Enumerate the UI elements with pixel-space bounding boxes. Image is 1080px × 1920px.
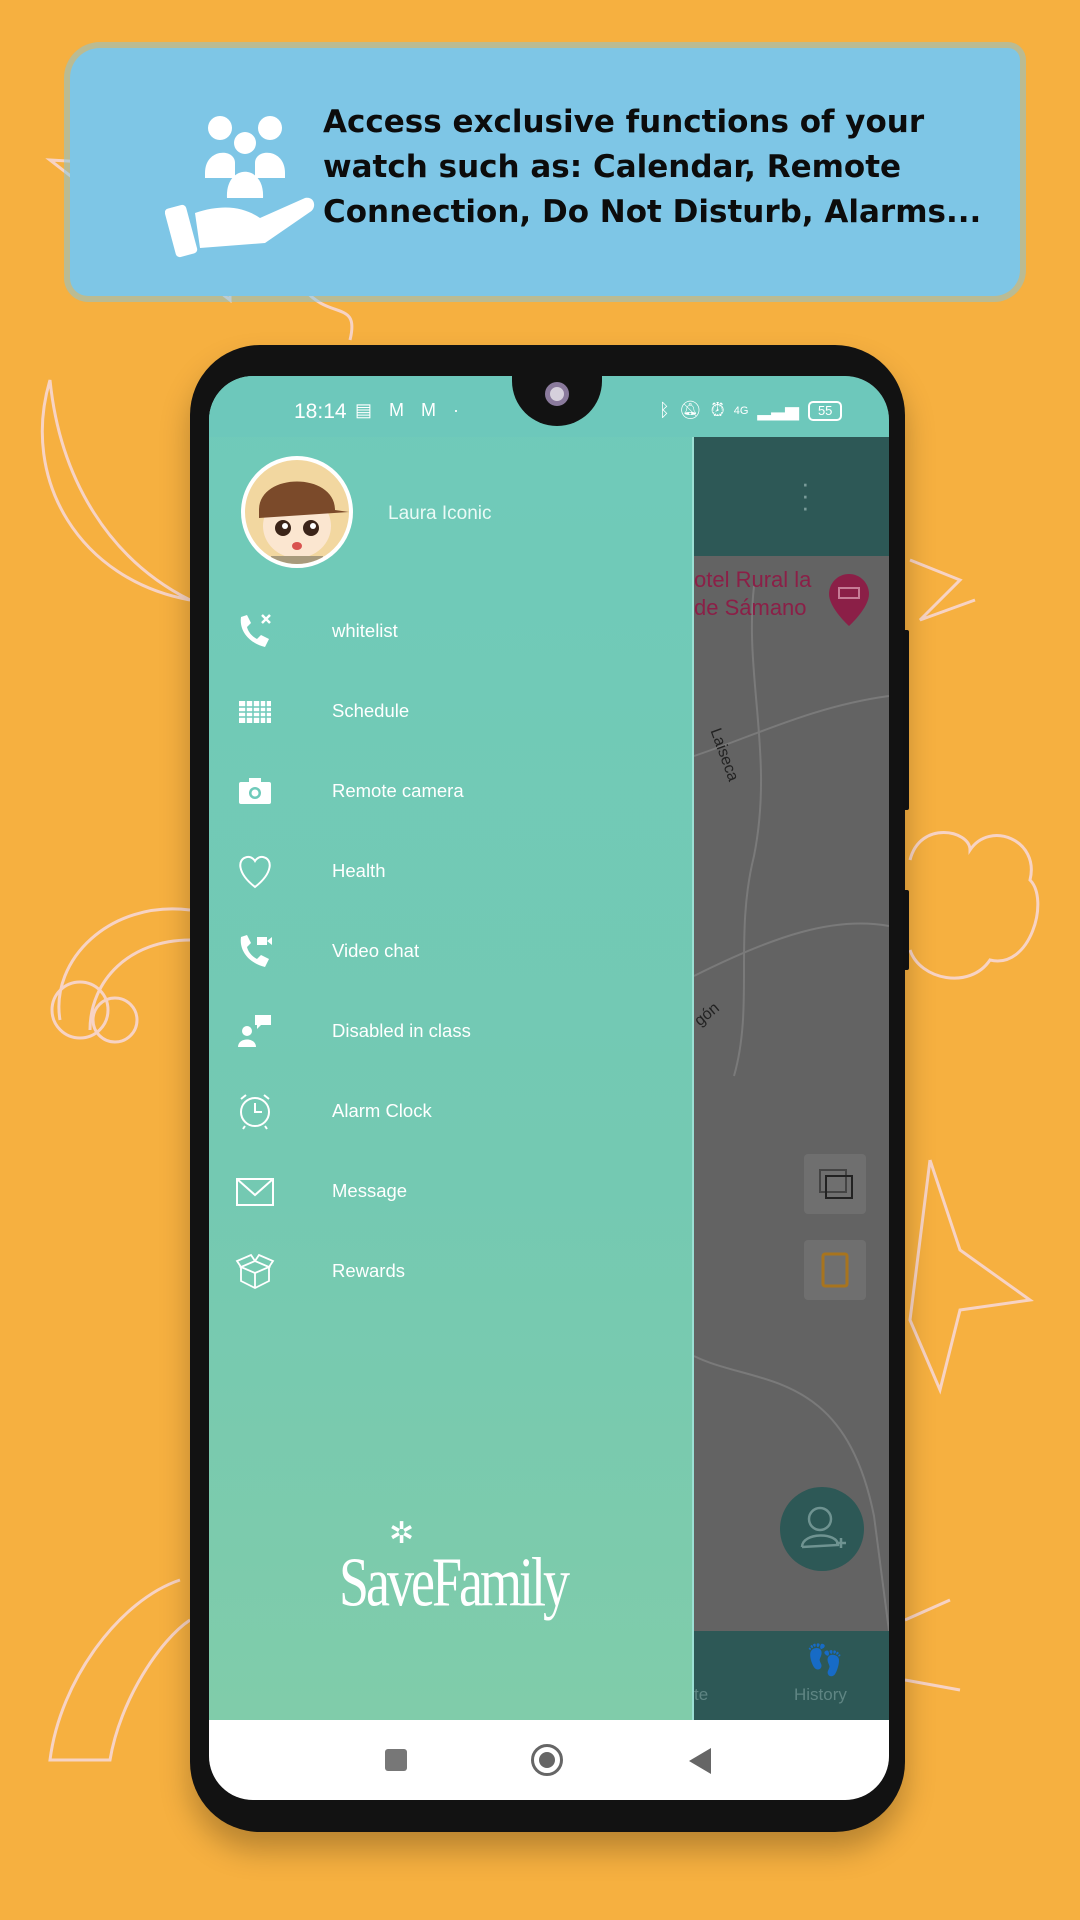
class-mode-icon bbox=[238, 1015, 271, 1047]
avatar[interactable] bbox=[241, 456, 353, 568]
footprints-icon: 👣 bbox=[806, 1644, 844, 1677]
camera-icon bbox=[239, 778, 271, 804]
alarm-clock-icon bbox=[240, 1094, 270, 1130]
video-call-icon bbox=[240, 935, 272, 967]
menu-item-disabled-in-class[interactable]: Disabled in class bbox=[209, 1001, 694, 1061]
menu-label: Alarm Clock bbox=[332, 1100, 432, 1121]
nav-tab-history[interactable]: History bbox=[794, 1685, 847, 1705]
menu-label: Health bbox=[332, 860, 386, 881]
menu-item-whitelist[interactable]: whitelist bbox=[209, 601, 694, 661]
hotel-pin-icon[interactable] bbox=[829, 574, 869, 626]
power-button bbox=[903, 890, 909, 970]
rainbow-doodle bbox=[88, 938, 191, 1031]
cloud-doodle bbox=[908, 831, 1040, 980]
add-user-icon bbox=[800, 1506, 846, 1549]
menu-item-video-chat[interactable]: Video chat bbox=[209, 921, 694, 981]
menu-item-remote-camera[interactable]: Remote camera bbox=[209, 761, 694, 821]
menu-item-message[interactable]: Message bbox=[209, 1161, 694, 1221]
menu-label: Schedule bbox=[332, 700, 410, 721]
savefamily-logo: ✲ SaveFamily bbox=[339, 1516, 570, 1621]
cartoon-avatar-image bbox=[259, 481, 349, 564]
bottom-navigation: te 👣 History bbox=[694, 1631, 889, 1720]
notifications-off-icon: 🔕︎ bbox=[678, 400, 702, 420]
zigzag-doodle bbox=[909, 558, 976, 622]
menu-label: Disabled in class bbox=[332, 1020, 471, 1041]
place-name-line1: otel Rural la bbox=[694, 567, 812, 592]
star-doodle bbox=[908, 1159, 1034, 1395]
bluetooth-icon: ᛒ bbox=[659, 400, 670, 420]
menu-label: Rewards bbox=[332, 1260, 405, 1281]
menu-item-alarm-clock[interactable]: Alarm Clock bbox=[209, 1081, 694, 1141]
home-button[interactable] bbox=[531, 1744, 563, 1776]
alarm-icon: ⏰︎ bbox=[710, 400, 725, 420]
heart-icon bbox=[239, 855, 271, 889]
menu-item-rewards[interactable]: Rewards bbox=[209, 1241, 694, 1301]
back-button[interactable] bbox=[689, 1748, 711, 1774]
menu-label: Remote camera bbox=[332, 780, 464, 801]
map-view[interactable]: otel Rural la de Sámano Laiseca gón bbox=[691, 556, 889, 1631]
rocket-doodle bbox=[48, 1578, 191, 1762]
phone-screen: · · · otel Rural la de Sámano Laiseca gón … bbox=[209, 376, 889, 1800]
logo-text: SaveFamily bbox=[339, 1543, 570, 1621]
navigation-drawer: Laura Iconic whitelist Schedule Remote c… bbox=[209, 376, 694, 1720]
gift-box-icon bbox=[235, 1253, 275, 1290]
front-camera bbox=[545, 382, 569, 406]
menu-label: Video chat bbox=[332, 940, 420, 961]
add-contact-button[interactable] bbox=[780, 1487, 864, 1571]
status-time: 18:14 bbox=[294, 400, 347, 423]
family-care-hand-icon bbox=[165, 116, 315, 258]
tablet-icon bbox=[821, 1252, 849, 1288]
moon-doodle bbox=[40, 379, 191, 602]
map-layers-button[interactable] bbox=[804, 1154, 866, 1214]
promo-banner: Access exclusive functions of your watch… bbox=[70, 48, 1020, 296]
notification-icons: ▤ M M · bbox=[355, 400, 465, 420]
menu-item-health[interactable]: Health bbox=[209, 841, 694, 901]
status-icons: ᛒ 🔕︎ ⏰︎ 4G ▂▃▅ 55 bbox=[659, 400, 843, 421]
calendar-grid-icon bbox=[239, 701, 271, 723]
recents-button[interactable] bbox=[385, 1749, 407, 1771]
envelope-icon bbox=[236, 1178, 274, 1206]
menu-label: whitelist bbox=[332, 620, 398, 641]
user-name: Laura Iconic bbox=[388, 503, 492, 524]
banner-text: Access exclusive functions of your watch… bbox=[323, 100, 1023, 235]
app-toolbar: · · · bbox=[694, 437, 889, 556]
place-name-line2: de Sámano bbox=[694, 595, 807, 620]
battery-indicator: 55 bbox=[807, 400, 843, 421]
volume-button bbox=[903, 630, 909, 810]
signal-icon: ▂▃▅ bbox=[757, 400, 799, 420]
menu-label: Message bbox=[332, 1180, 408, 1201]
phone-blocked-icon bbox=[240, 614, 271, 647]
system-navigation-bar bbox=[209, 1720, 889, 1800]
more-options-icon[interactable]: · · · bbox=[801, 470, 810, 520]
network-type: 4G bbox=[733, 404, 749, 417]
nav-tab-partial[interactable]: te bbox=[694, 1685, 708, 1705]
layers-icon bbox=[819, 1169, 853, 1199]
map-roads bbox=[694, 585, 889, 1631]
device-location-button[interactable] bbox=[804, 1240, 866, 1300]
menu-item-schedule[interactable]: Schedule bbox=[209, 681, 694, 741]
